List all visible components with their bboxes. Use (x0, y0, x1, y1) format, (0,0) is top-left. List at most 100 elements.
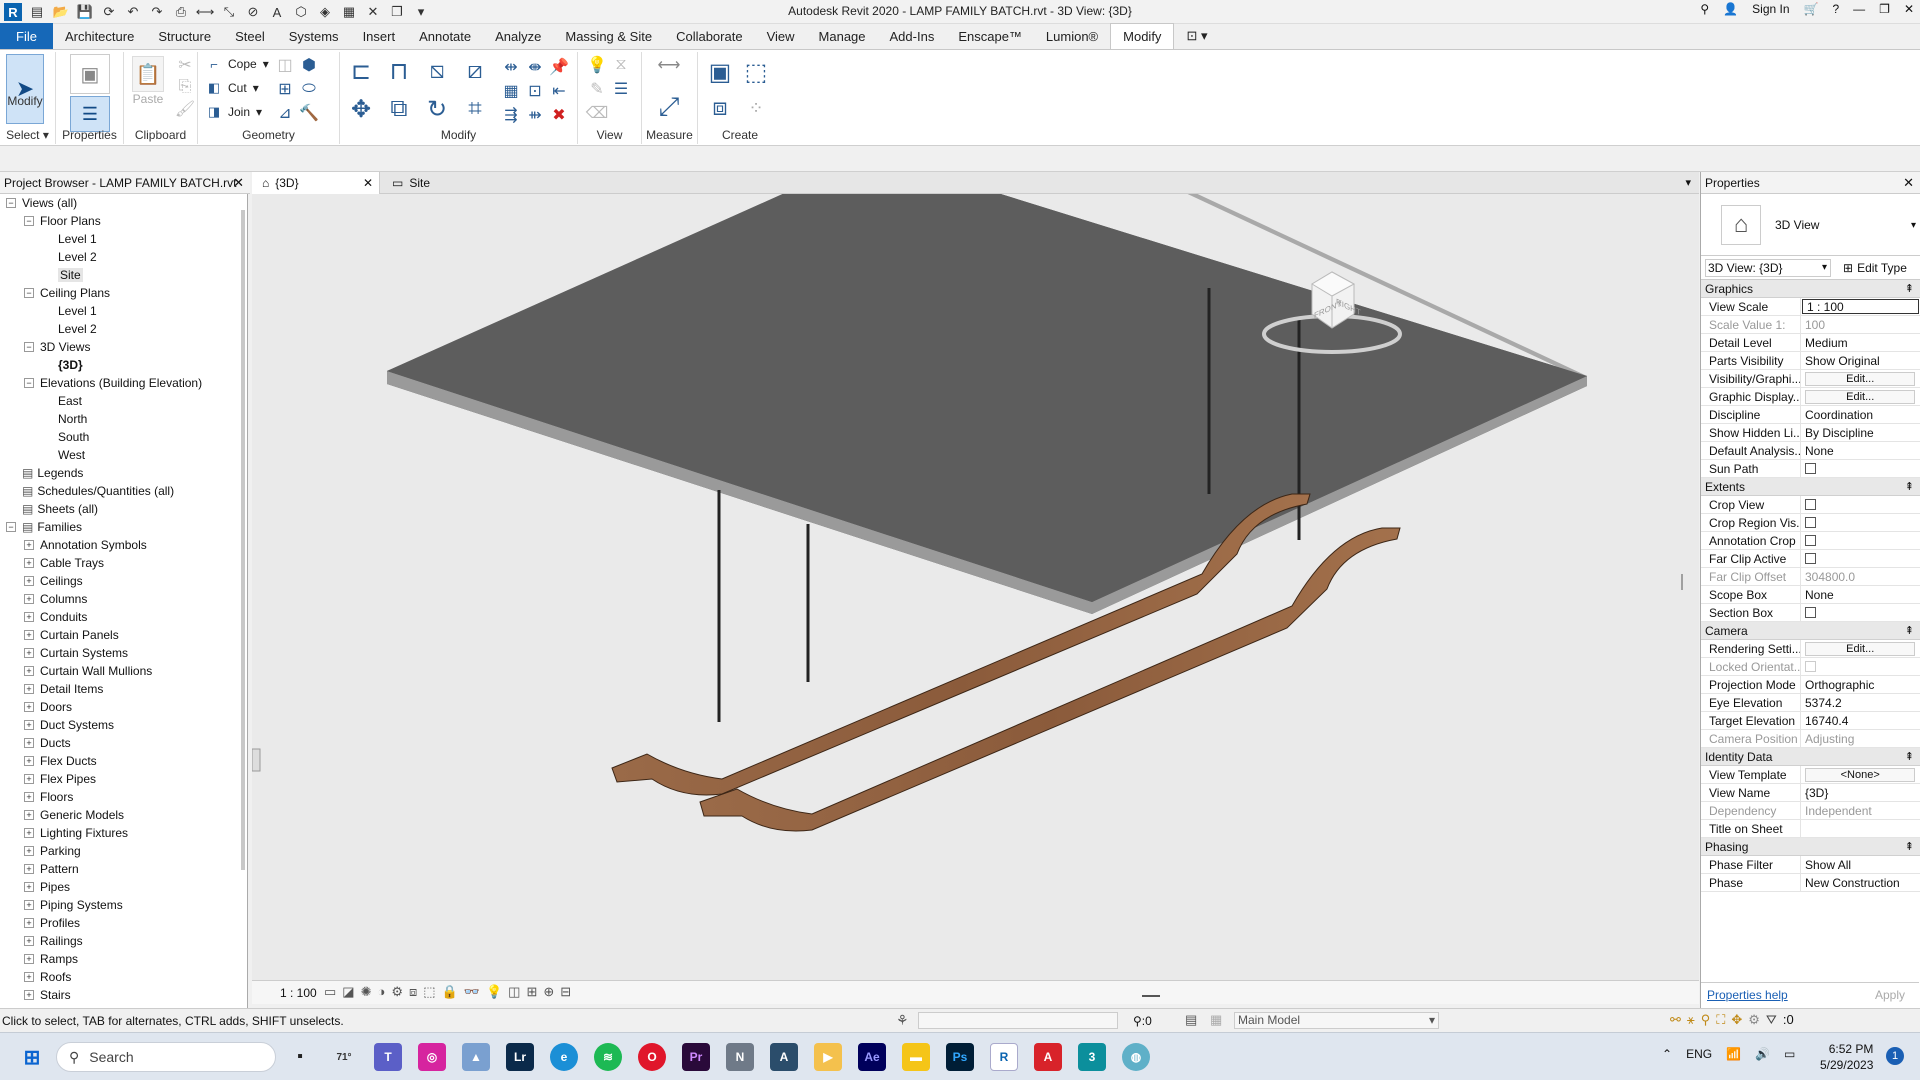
expand-icon[interactable]: + (24, 900, 34, 910)
browser-item[interactable]: − Floor Plans (24, 212, 101, 230)
expand-icon[interactable]: + (24, 576, 34, 586)
property-checkbox[interactable] (1805, 463, 1816, 474)
instagram-icon[interactable]: ◎ (418, 1043, 446, 1071)
drag-elements-icon[interactable]: ✥ (1731, 1012, 1742, 1028)
property-edit-button[interactable]: Edit... (1805, 641, 1916, 656)
expand-icon[interactable]: + (24, 756, 34, 766)
property-edit-button[interactable]: <None> (1805, 767, 1916, 782)
browser-item[interactable]: + Flex Ducts (24, 752, 97, 770)
worksharing-icon[interactable]: ⊞ (526, 984, 537, 1000)
tab-architecture[interactable]: Architecture (53, 23, 146, 49)
sign-in-link[interactable]: Sign In (1752, 2, 1789, 16)
video-player-icon[interactable]: ▶ (814, 1043, 842, 1071)
thin-lines-ribbon-icon[interactable]: ☰ (610, 78, 632, 100)
expand-icon[interactable]: + (24, 954, 34, 964)
expand-icon[interactable]: + (24, 666, 34, 676)
browser-item[interactable]: + Pattern (24, 860, 79, 878)
sun-path-icon[interactable]: ✺ (361, 984, 372, 1000)
browser-item[interactable]: + Annotation Symbols (24, 536, 147, 554)
property-value[interactable]: Edit... (1801, 370, 1920, 387)
battery-icon[interactable]: ▭ (1784, 1047, 1795, 1061)
mirror-axis-icon[interactable]: ⧅ (422, 56, 452, 86)
wall-joins-icon[interactable]: ⬢ (298, 54, 320, 76)
tab-structure[interactable]: Structure (146, 23, 223, 49)
browser-item[interactable]: North (42, 410, 87, 428)
shadows-icon[interactable]: ◑ (378, 984, 386, 1000)
browser-item[interactable]: + Pipes (24, 878, 70, 896)
tab-annotate[interactable]: Annotate (407, 23, 483, 49)
browser-item[interactable]: + Curtain Systems (24, 644, 128, 662)
browser-item[interactable]: + Lighting Fixtures (24, 824, 128, 842)
property-checkbox[interactable] (1805, 553, 1816, 564)
trim-single-icon[interactable]: ⇶ (500, 104, 522, 126)
mirror-line-icon[interactable]: ⧄ (460, 56, 490, 86)
render-icon[interactable]: ⚙ (391, 984, 403, 1000)
cut-clipboard-icon[interactable]: ✂ (174, 54, 196, 76)
autocad-icon[interactable]: A (770, 1043, 798, 1071)
tab-collaborate[interactable]: Collaborate (664, 23, 755, 49)
property-section[interactable]: Graphics ⇞ (1701, 280, 1920, 298)
expand-icon[interactable]: + (24, 972, 34, 982)
expand-icon[interactable]: + (24, 882, 34, 892)
close-project-browser-icon[interactable]: ✕ (233, 175, 244, 191)
tab-3d-view[interactable]: ⌂ {3D} ✕ (252, 172, 380, 194)
properties-help-link[interactable]: Properties help (1707, 988, 1788, 1002)
browser-item[interactable]: + Duct Systems (24, 716, 114, 734)
clock[interactable]: 6:52 PM 5/29/2023 (1820, 1041, 1873, 1073)
property-value[interactable] (1801, 460, 1920, 477)
3d-viewport[interactable]: FRONT RIGHT (251, 154, 1699, 980)
temp-properties-icon[interactable]: ◫ (508, 984, 520, 1000)
contextual-tab-menu-icon[interactable]: ⊡ ▾ (1174, 23, 1219, 49)
help-icon[interactable]: ? (1832, 2, 1839, 16)
workset-dropdown[interactable] (918, 1012, 1118, 1029)
exclude-options-icon[interactable]: ▦ (1210, 1012, 1222, 1028)
property-edit-button[interactable]: Edit... (1805, 389, 1916, 404)
beam-joins-icon[interactable]: ⊞ (274, 78, 296, 100)
enscape-icon[interactable]: ◍ (1122, 1043, 1150, 1071)
expand-icon[interactable]: + (24, 828, 34, 838)
browser-item[interactable]: + Detail Items (24, 680, 103, 698)
measure-between-icon[interactable]: ⟷ (650, 54, 688, 76)
select-pinned-icon[interactable]: ⚲ (1701, 1012, 1711, 1028)
browser-item[interactable]: Site (42, 266, 83, 284)
collapse-icon[interactable]: − (6, 522, 16, 532)
browser-item[interactable]: −3D Views (24, 338, 90, 356)
property-checkbox[interactable] (1805, 607, 1816, 618)
property-value[interactable] (1801, 496, 1920, 513)
offset-icon[interactable]: ⊓ (384, 56, 414, 86)
browser-item[interactable]: ▤ Legends (6, 464, 83, 482)
property-value[interactable] (1801, 532, 1920, 549)
filter-icon[interactable]: ⛛ (1766, 1012, 1777, 1028)
array-icon[interactable]: ▦ (500, 80, 522, 102)
instance-selector[interactable]: 3D View: {3D} ▾ (1705, 258, 1831, 277)
edit-type-button[interactable]: Edit Type (1857, 261, 1907, 275)
browser-item[interactable]: Level 1 (42, 302, 97, 320)
browser-item[interactable]: + Curtain Panels (24, 626, 119, 644)
edge-icon[interactable]: e (550, 1043, 578, 1071)
tabs-menu-icon[interactable]: ▾ (1685, 176, 1691, 189)
detail-level-icon[interactable]: ▭ (324, 984, 336, 1000)
collapse-section-icon[interactable]: ⇞ (1905, 840, 1914, 853)
crop-view-icon[interactable]: ⧈ (409, 984, 417, 1000)
delete-icon[interactable]: ✖ (548, 104, 570, 126)
property-section[interactable]: Extents ⇞ (1701, 478, 1920, 496)
expand-icon[interactable]: + (24, 918, 34, 928)
expand-icon[interactable]: + (24, 990, 34, 1000)
windows-start-icon[interactable]: ⊞ (18, 1043, 46, 1071)
modify-button[interactable]: ➤ Modify (6, 54, 44, 124)
cope-button[interactable]: ⌐ Cope ▾ (206, 56, 269, 72)
expand-icon[interactable]: + (24, 738, 34, 748)
browser-item[interactable]: West (42, 446, 85, 464)
lock-3d-icon[interactable]: 🔒 (442, 984, 458, 1000)
cart-icon[interactable]: 🛒 (1804, 2, 1819, 16)
expand-icon[interactable]: + (24, 846, 34, 856)
property-value[interactable]: 16740.4 (1801, 712, 1920, 729)
lightroom-icon[interactable]: Lr (506, 1043, 534, 1071)
design-options-icon[interactable]: ▤ (1185, 1012, 1197, 1028)
reveal-hidden-icon[interactable]: 💡 (486, 984, 502, 1000)
expand-icon[interactable]: + (24, 612, 34, 622)
browser-item[interactable]: + Profiles (24, 914, 80, 932)
property-checkbox[interactable] (1805, 535, 1816, 546)
restore-button[interactable]: ❐ (1879, 2, 1890, 16)
taskbar-search[interactable]: ⚲ Search (56, 1042, 276, 1072)
